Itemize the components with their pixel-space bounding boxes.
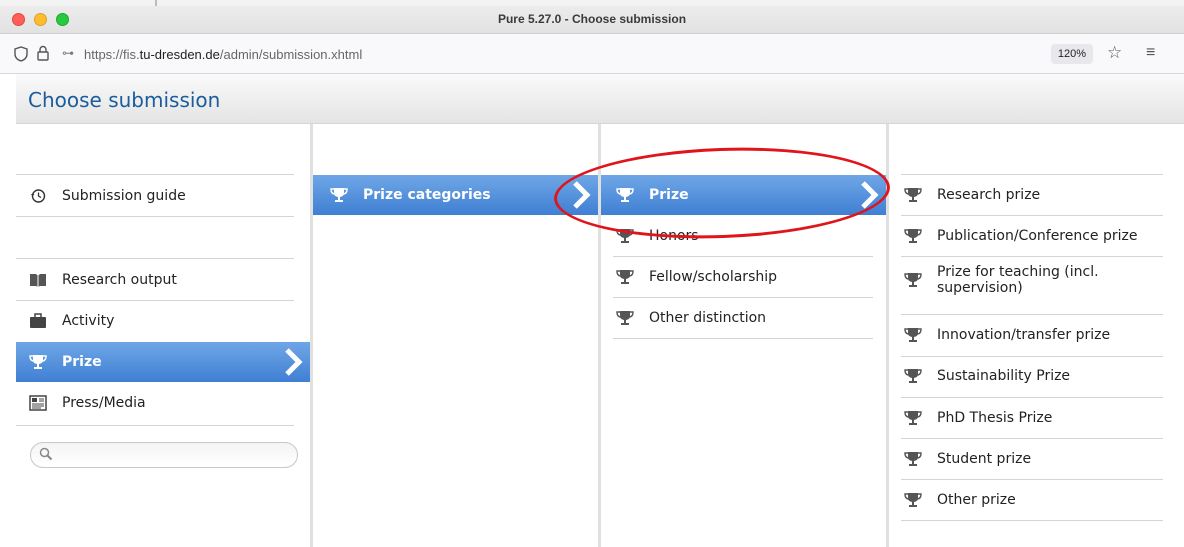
shield-icon[interactable]: [14, 46, 28, 66]
submission-guide-item[interactable]: Submission guide: [16, 176, 310, 216]
prize-type-item-fellow-scholarship[interactable]: Fellow/scholarship: [601, 257, 886, 297]
divider: [613, 338, 873, 339]
submission-guide-label: Submission guide: [62, 188, 186, 204]
chevron-right-icon: [285, 348, 303, 376]
prize-type-label: Fellow/scholarship: [649, 269, 778, 285]
trophy-icon: [903, 227, 923, 245]
divider: [16, 174, 294, 175]
prize-subtype-label: Publication/Conference prize: [937, 228, 1138, 244]
url-field[interactable]: https://fis.tu-dresden.de/admin/submissi…: [84, 47, 362, 62]
trophy-icon: [903, 367, 923, 385]
sidebar-item-label: Press/Media: [62, 395, 146, 411]
prize-subtype-label: Sustainability Prize: [937, 368, 1071, 384]
trophy-icon: [903, 271, 923, 289]
prize-subtype-column: Research prize Publication/Conference pr…: [886, 124, 1184, 547]
window-title: Pure 5.27.0 - Choose submission: [497, 12, 687, 26]
prize-type-label: Other distinction: [649, 310, 767, 326]
submission-type-column: Submission guide Research output Activit…: [16, 124, 310, 547]
prize-subtype-label: Other prize: [937, 492, 1016, 508]
prize-subtype-item[interactable]: PhD Thesis Prize: [889, 398, 1179, 438]
prize-subtype-item[interactable]: Other prize: [889, 480, 1179, 520]
trophy-icon: [615, 309, 635, 327]
prize-subtype-item[interactable]: Research prize: [889, 175, 1179, 215]
prize-subtype-label: Prize for teaching (incl. supervision): [937, 264, 1099, 296]
category-column: Prize categories: [310, 124, 598, 547]
category-label: Prize categories: [363, 187, 491, 203]
trophy-icon: [329, 186, 349, 204]
url-domain: tu-dresden.de: [139, 47, 220, 62]
newspaper-icon: [28, 394, 48, 412]
sidebar-item-label: Activity: [62, 313, 115, 329]
trophy-icon: [903, 326, 923, 344]
page-title: Choose submission: [28, 88, 221, 112]
trophy-icon: [903, 186, 923, 204]
divider: [16, 258, 294, 259]
prize-subtype-item[interactable]: Innovation/transfer prize: [889, 315, 1179, 355]
url-bar: ⊶ https://fis.tu-dresden.de/admin/submis…: [0, 34, 1184, 74]
trophy-icon: [615, 268, 635, 286]
title-bar: Pure 5.27.0 - Choose submission: [0, 6, 1184, 34]
url-path: /admin/submission.xhtml: [219, 47, 363, 62]
sidebar-item-activity[interactable]: Activity: [16, 301, 310, 341]
trophy-icon: [903, 450, 923, 468]
permissions-icon[interactable]: ⊶: [62, 46, 74, 60]
lock-icon[interactable]: [36, 45, 50, 61]
trophy-icon: [903, 491, 923, 509]
briefcase-icon: [28, 312, 48, 330]
prize-subtype-item[interactable]: Publication/Conference prize: [889, 216, 1179, 256]
sidebar-item-press-media[interactable]: Press/Media: [16, 383, 310, 423]
trophy-icon: [903, 409, 923, 427]
divider: [901, 256, 1163, 257]
prize-subtype-label: Research prize: [937, 187, 1041, 203]
search-input[interactable]: [30, 442, 298, 468]
prize-subtype-item[interactable]: Prize for teaching (incl. supervision): [889, 258, 1179, 302]
prize-type-item-other-distinction[interactable]: Other distinction: [601, 298, 886, 338]
page-header: Choose submission: [16, 74, 1184, 124]
book-icon: [28, 271, 48, 289]
trophy-icon: [28, 353, 48, 371]
hamburger-menu-icon[interactable]: ≡: [1146, 44, 1155, 62]
divider: [16, 216, 294, 217]
browser-window: Pure 5.27.0 - Choose submission ⊶ https:…: [0, 6, 1184, 547]
prize-subtype-label: Innovation/transfer prize: [937, 327, 1111, 343]
url-prefix: https://fis.: [84, 47, 140, 62]
divider: [901, 520, 1163, 521]
prize-subtype-label: Student prize: [937, 451, 1032, 467]
prize-subtype-item[interactable]: Student prize: [889, 439, 1179, 479]
prize-subtype-item[interactable]: Sustainability Prize: [889, 356, 1179, 396]
sidebar-item-label: Prize: [62, 354, 102, 370]
history-icon: [28, 187, 48, 205]
prize-subtype-label: PhD Thesis Prize: [937, 410, 1053, 426]
divider: [16, 425, 294, 426]
zoom-level-button[interactable]: 120%: [1051, 44, 1093, 64]
bookmark-star-icon[interactable]: ☆: [1107, 43, 1122, 63]
search-icon: [39, 447, 53, 461]
sidebar-item-research-output[interactable]: Research output: [16, 260, 310, 300]
sidebar-item-label: Research output: [62, 272, 177, 288]
sidebar-item-prize[interactable]: Prize: [16, 342, 310, 382]
